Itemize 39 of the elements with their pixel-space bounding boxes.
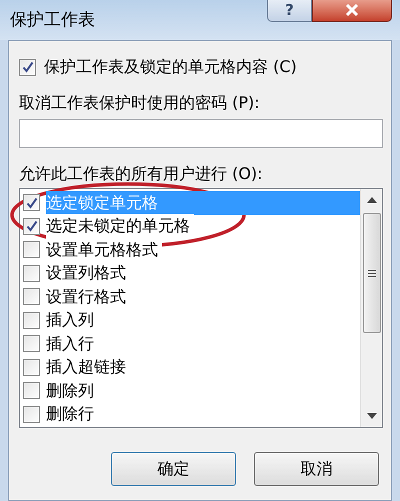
checkmark-icon [26,196,38,209]
checkbox[interactable] [23,288,40,306]
permission-item[interactable]: 设置单元格格式 [23,238,360,262]
permission-item[interactable]: 插入超链接 [23,356,360,379]
permission-item[interactable]: 插入行 [23,332,360,356]
permission-item[interactable]: 删除行 [23,402,360,426]
grip-icon [368,270,376,276]
permissions-label: 允许此工作表的所有用户进行 (O): [19,163,264,185]
checkbox[interactable] [23,194,40,212]
checkmark-icon [26,220,38,232]
protect-label: 保护工作表及锁定的单元格内容 (C) [44,56,297,78]
permission-item[interactable]: 选定未锁定的单元格 [23,214,360,238]
checkbox[interactable] [19,58,36,76]
permission-item[interactable]: 删除列 [23,379,360,402]
checkbox[interactable] [23,312,40,329]
window-title: 保护工作表 [10,9,95,32]
scroll-down-icon[interactable] [366,413,376,419]
permission-item[interactable]: 设置行格式 [23,285,360,308]
dialog-button[interactable]: 确定 [111,452,236,486]
help-button[interactable]: ? [267,0,312,22]
password-field[interactable] [19,119,383,148]
permission-item[interactable]: 插入列 [23,308,360,332]
permission-label: 选定未锁定的单元格 [46,214,194,238]
close-button[interactable] [312,0,392,22]
scroll-up-icon[interactable] [366,197,376,203]
checkbox[interactable] [23,382,40,400]
dialog-button[interactable]: 取消 [254,452,379,486]
checkbox[interactable] [23,218,40,235]
checkbox[interactable] [23,241,40,258]
checkbox[interactable] [23,406,40,423]
checkbox[interactable] [23,335,40,352]
close-icon [345,4,359,16]
scrollbar[interactable] [360,189,382,427]
scroll-thumb[interactable] [362,213,380,333]
password-label: 取消工作表保护时使用的密码 (P): [19,92,261,114]
checkmark-icon [22,61,34,73]
checkbox[interactable] [23,264,40,282]
permission-item[interactable]: 设置列格式 [23,262,360,285]
checkbox[interactable] [23,358,40,376]
